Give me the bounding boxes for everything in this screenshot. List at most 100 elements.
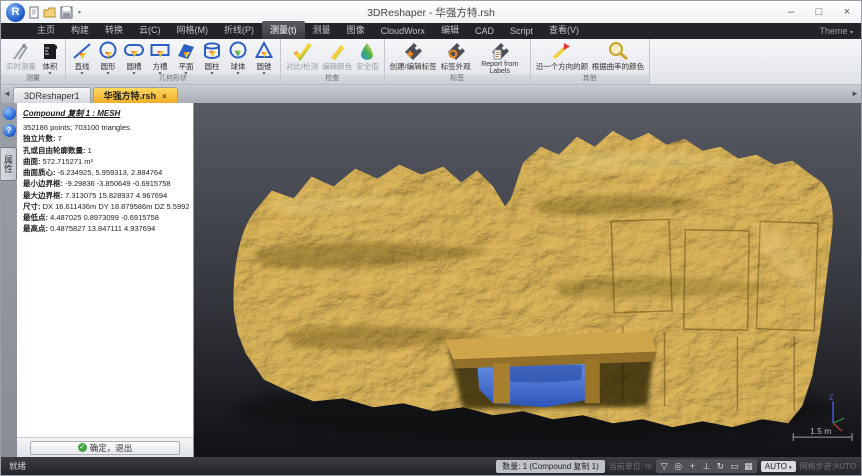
mesh-title: Compound 复制 1 : MESH	[23, 108, 189, 119]
close-button[interactable]: ×	[833, 1, 861, 23]
new-document-icon[interactable]	[28, 6, 40, 19]
create-edit-label-button[interactable]: 创建/编辑标签	[388, 41, 439, 72]
axis-icon[interactable]: ⊥	[700, 459, 713, 473]
pan-icon[interactable]: +	[686, 459, 699, 473]
ribbon-group-geometry: 直线▼ 圆形▼ 圆槽▼ 方槽▼ 平面▼ 圆柱▼	[66, 39, 281, 84]
slot-icon	[123, 41, 145, 61]
safety-value-button[interactable]: 安全值	[354, 41, 381, 72]
doc-tab-3dreshaper1[interactable]: 3DReshaper1	[13, 87, 91, 103]
confirm-exit-button[interactable]: ✓ 确定，退出	[30, 441, 180, 455]
compare-inspect-button[interactable]: 对比/检测	[284, 41, 320, 72]
ribbon-group-measure: 实时测量 体积 ▼ 测量	[1, 39, 66, 84]
close-tab-icon[interactable]: ×	[162, 92, 167, 101]
edit-colors-button[interactable]: 编辑颜色	[320, 41, 354, 72]
scene-icon[interactable]	[3, 107, 16, 120]
select-rect-icon[interactable]: ▭	[728, 459, 741, 473]
magnifier-icon	[606, 41, 630, 61]
slot-button[interactable]: 圆槽▼	[121, 41, 147, 77]
live-measure-button[interactable]: 实时测量	[4, 41, 38, 72]
tab-script[interactable]: Script	[502, 24, 541, 39]
color-by-curvature-button[interactable]: 根据曲率的颜色	[590, 41, 646, 72]
tab-transform[interactable]: 转换	[97, 21, 131, 39]
axis-z-label: Z	[829, 394, 834, 401]
group-label-other: 其他	[531, 74, 649, 84]
ribbon-group-other: 沿一个方向的颜色 根据曲率的颜色 其他	[531, 39, 650, 84]
tab-measure-active[interactable]: 测量(t)	[262, 21, 305, 39]
open-folder-icon[interactable]	[43, 6, 57, 19]
tab-edit[interactable]: 编辑	[433, 21, 467, 39]
volume-button[interactable]: 体积 ▼	[38, 41, 62, 77]
tag-plus-icon	[402, 41, 424, 61]
application-window: R ▾ 3DReshaper - 华强方特.rsh – □ × 主页 构建 转换…	[0, 0, 862, 476]
rect-slot-button[interactable]: 方槽▼	[147, 41, 173, 77]
selection-count-badge: 数量: 1 (Compound 复制 1)	[496, 460, 604, 473]
properties-vertical-tab[interactable]: 属性	[1, 147, 17, 181]
save-icon[interactable]	[60, 6, 73, 19]
tab-mesh[interactable]: 网格(M)	[169, 21, 217, 39]
tab-cloudworx[interactable]: CloudWorx	[373, 24, 433, 39]
doc-tabs-scroll-right-icon[interactable]: ►	[849, 85, 861, 103]
tab-image[interactable]: 图像	[339, 21, 373, 39]
group-label-inspect: 检查	[281, 74, 384, 84]
brush-icon	[327, 41, 347, 61]
check-icon	[292, 41, 312, 61]
cylinder-icon	[201, 41, 223, 61]
qat-caret-icon[interactable]: ▾	[78, 9, 81, 16]
minimize-button[interactable]: –	[777, 1, 805, 23]
tab-cad[interactable]: CAD	[467, 24, 502, 39]
viewport-3d[interactable]: Z 1.5 m	[194, 103, 861, 457]
plane-button[interactable]: 平面▼	[173, 41, 199, 77]
title-bar: R ▾ 3DReshaper - 华强方特.rsh – □ ×	[1, 1, 861, 23]
ok-check-icon: ✓	[78, 443, 87, 452]
label-appearance-button[interactable]: 标签外观	[439, 41, 473, 72]
scale-label: 1.5 m	[810, 426, 831, 436]
doc-tabs-scroll-left-icon[interactable]: ◄	[1, 85, 13, 103]
circle-button[interactable]: 圆形▼	[95, 41, 121, 77]
tab-polyline[interactable]: 折线(P)	[216, 21, 262, 39]
group-label-measure: 测量	[1, 74, 65, 84]
tag-report-icon	[489, 41, 511, 61]
drop-icon	[359, 41, 375, 61]
tab-home[interactable]: 主页	[29, 21, 63, 39]
cone-button[interactable]: 圆锥▼	[251, 41, 277, 77]
doc-tab-huaqiang[interactable]: 华强方特.rsh×	[93, 87, 178, 103]
main-area: ? 属性 Compound 复制 1 : MESH 352186 points;…	[1, 103, 861, 457]
mesh-stat-bbox-min: 最小边界框: -9.29836 -3.850649 -0.6915758	[23, 178, 189, 189]
sphere-button[interactable]: 球体▼	[225, 41, 251, 77]
cylinder-button[interactable]: 圆柱▼	[199, 41, 225, 77]
line-button[interactable]: 直线▼	[69, 41, 95, 77]
status-ready: 就绪	[9, 460, 26, 472]
tab-view[interactable]: 查看(V)	[541, 21, 587, 39]
app-logo-icon[interactable]: R	[6, 3, 25, 22]
theme-selector[interactable]: Theme ▾	[819, 26, 853, 39]
filter-icon[interactable]: ▽	[658, 459, 671, 473]
mesh-stat-centroid: 曲面质心: -6.234925, 5.959313, 2.884764	[23, 167, 189, 178]
beaker-icon	[41, 41, 59, 61]
line-icon	[71, 41, 93, 61]
tab-measure2[interactable]: 测量	[305, 21, 339, 39]
chevron-down-icon: ▾	[789, 465, 792, 471]
color-along-direction-button[interactable]: 沿一个方向的颜色	[534, 41, 590, 72]
mesh-stat-bbox-max: 最大边界框: 7.313075 15.828937 4.967694	[23, 190, 189, 201]
properties-panel: Compound 复制 1 : MESH 352186 points; 7031…	[17, 103, 194, 457]
zoom-icon[interactable]: ◎	[672, 459, 685, 473]
mesh-stat-points: 352186 points; 703100 triangles.	[23, 122, 189, 133]
panel-footer: ✓ 确定，退出	[17, 437, 193, 457]
caliper-icon	[10, 41, 32, 61]
grid-step-label: 网格步进:AUTO	[800, 461, 856, 472]
status-bar: 就绪 数量: 1 (Compound 复制 1) 当前单位: m ▽ ◎ + ⊥…	[1, 457, 861, 475]
window-title: 3DReshaper - 华强方特.rsh	[1, 5, 861, 20]
status-icon-cluster: ▽ ◎ + ⊥ ↻ ▭ ▦	[656, 459, 757, 473]
tab-construct[interactable]: 构建	[63, 21, 97, 39]
tab-cloud[interactable]: 云(C)	[131, 21, 169, 39]
rotate-icon[interactable]: ↻	[714, 459, 727, 473]
grid-icon[interactable]: ▦	[742, 459, 755, 473]
group-label-geometry: 几何形状	[66, 74, 280, 84]
report-from-labels-button[interactable]: Report from Labels	[473, 41, 527, 76]
chevron-down-icon: ▾	[850, 30, 853, 36]
maximize-button[interactable]: □	[805, 1, 833, 23]
mesh-stat-shells: 独立片数: 7	[23, 133, 189, 144]
auto-dropdown[interactable]: AUTO ▾	[761, 461, 796, 472]
tag-gear-icon	[445, 41, 467, 61]
help-icon[interactable]: ?	[3, 124, 16, 137]
